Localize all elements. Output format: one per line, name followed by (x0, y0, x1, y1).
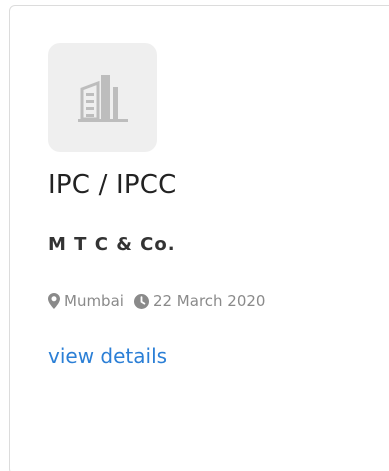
job-card: IPC / IPCC M T C & Co. Mumbai 22 March 2… (9, 5, 389, 471)
company-logo (48, 43, 157, 152)
company-name: M T C & Co. (48, 234, 176, 255)
date-meta: 22 March 2020 (133, 292, 266, 310)
clock-icon (133, 293, 149, 309)
map-marker-icon (48, 293, 60, 309)
date-text: 22 March 2020 (152, 292, 266, 310)
view-details-link[interactable]: view details (48, 344, 167, 368)
job-title: IPC / IPCC (48, 170, 177, 200)
location-meta: Mumbai (48, 292, 124, 310)
building-icon (78, 75, 128, 122)
location-text: Mumbai (64, 292, 124, 310)
job-meta: Mumbai 22 March 2020 (48, 292, 265, 310)
